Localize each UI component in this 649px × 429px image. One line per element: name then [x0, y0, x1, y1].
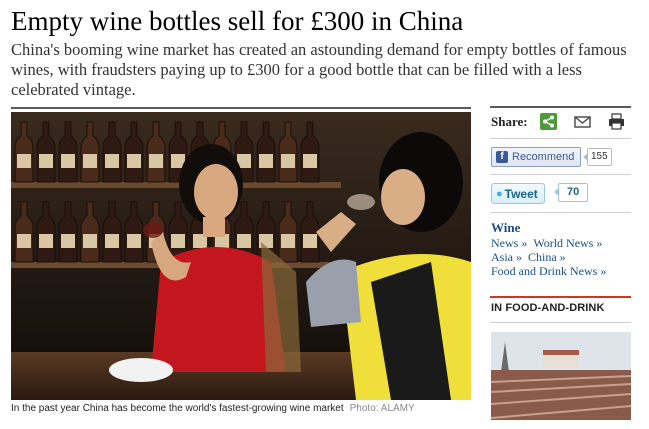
- food-drink-rule: [490, 296, 631, 298]
- facebook-icon: f: [496, 151, 508, 163]
- facebook-recommend-button[interactable]: f Recommend: [491, 147, 582, 167]
- food-drink-thumbnail[interactable]: [491, 332, 631, 420]
- photo-caption: In the past year China has become the wo…: [11, 402, 481, 415]
- sidebar-rule: [490, 174, 631, 175]
- wine-links: News » World News » Asia » China » Food an…: [491, 236, 631, 278]
- article-photo: [11, 112, 471, 400]
- sidebar-top-rule: [490, 106, 631, 108]
- caption-text: In the past year China has become the wo…: [11, 403, 344, 414]
- tweet-count: 70: [553, 183, 589, 202]
- recommend-count: 155: [583, 148, 612, 166]
- link-china[interactable]: China »: [528, 250, 566, 264]
- sidebar-rule: [490, 212, 631, 213]
- twitter-bird-icon: ●: [496, 187, 503, 200]
- share-icon[interactable]: [540, 113, 557, 130]
- email-icon[interactable]: [574, 113, 591, 130]
- tweet-label: Tweet: [504, 186, 538, 201]
- photo-credit: Photo: ALAMY: [349, 403, 415, 414]
- sidebar-rule: [490, 138, 631, 139]
- print-icon[interactable]: [608, 113, 625, 130]
- article-standfirst: China's booming wine market has created …: [11, 40, 627, 99]
- link-news[interactable]: News »: [491, 236, 527, 250]
- wine-section-title[interactable]: Wine: [491, 220, 520, 236]
- tweet-button[interactable]: ● Tweet: [491, 183, 545, 204]
- share-label: Share:: [491, 114, 528, 129]
- link-food-and-drink-news[interactable]: Food and Drink News »: [491, 264, 606, 278]
- headline-divider: [11, 107, 471, 109]
- food-drink-section-title: IN FOOD-AND-DRINK: [491, 302, 605, 314]
- sidebar-rule: [490, 322, 631, 323]
- link-world-news[interactable]: World News »: [533, 236, 602, 250]
- link-asia[interactable]: Asia »: [491, 250, 522, 264]
- recommend-label: Recommend: [512, 151, 575, 163]
- article-headline: Empty wine bottles sell for £300 in Chin…: [11, 6, 464, 36]
